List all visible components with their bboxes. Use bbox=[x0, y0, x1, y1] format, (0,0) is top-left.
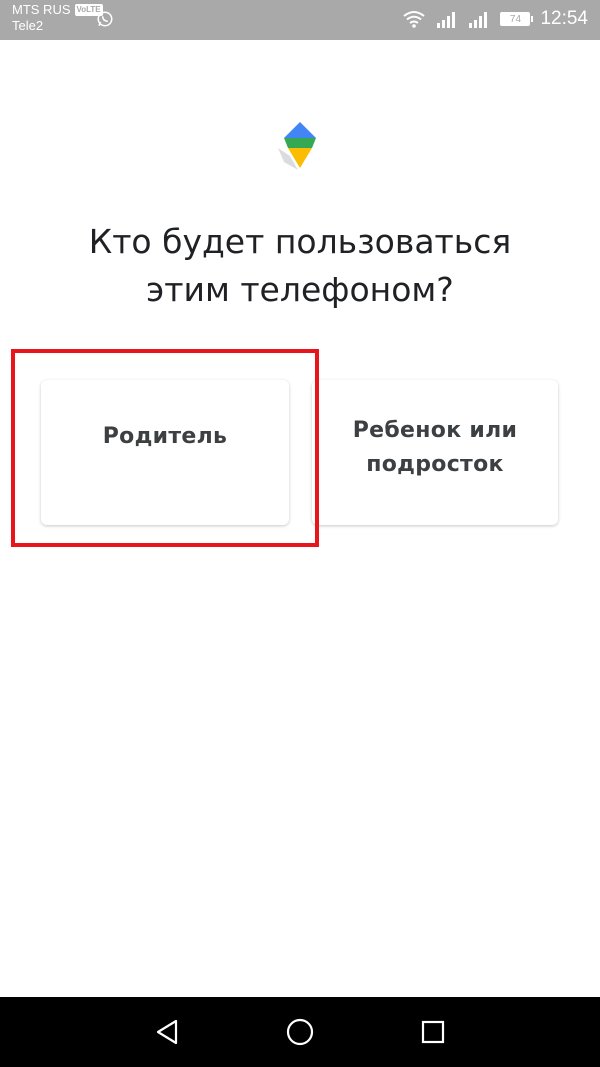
home-button[interactable] bbox=[283, 1015, 317, 1049]
navigation-bar bbox=[0, 997, 600, 1067]
family-link-logo-icon bbox=[278, 122, 316, 170]
carrier-1: MTS RUS bbox=[12, 2, 71, 17]
title-line-2: этим телефоном? bbox=[146, 270, 454, 309]
signal-icon bbox=[437, 12, 456, 28]
back-icon bbox=[156, 1019, 178, 1045]
child-option-line-2: подросток bbox=[366, 451, 504, 477]
child-option-card[interactable]: Ребенок или подросток bbox=[312, 380, 558, 525]
carrier-info: MTS RUS VoLTE Tele2 bbox=[12, 2, 103, 34]
signal-icon-2 bbox=[469, 12, 488, 28]
page-title: Кто будет пользоваться этим телефоном? bbox=[20, 218, 580, 314]
home-icon bbox=[286, 1018, 314, 1046]
status-bar: MTS RUS VoLTE Tele2 74 12:54 bbox=[0, 0, 600, 40]
battery-icon: 74 bbox=[500, 12, 534, 26]
child-option-label: Ребенок или подросток bbox=[353, 414, 517, 482]
parent-option-label: Родитель bbox=[102, 423, 228, 449]
child-option-line-1: Ребенок или bbox=[352, 417, 518, 443]
wifi-icon bbox=[403, 11, 426, 28]
recents-icon bbox=[421, 1020, 445, 1044]
title-line-1: Кто будет пользоваться bbox=[88, 222, 512, 261]
recents-button[interactable] bbox=[416, 1015, 450, 1049]
back-button[interactable] bbox=[150, 1015, 184, 1049]
whatsapp-icon bbox=[97, 11, 113, 27]
parent-option-card[interactable]: Родитель bbox=[41, 380, 289, 525]
clock: 12:54 bbox=[540, 8, 588, 29]
carrier-2: Tele2 bbox=[12, 18, 44, 33]
